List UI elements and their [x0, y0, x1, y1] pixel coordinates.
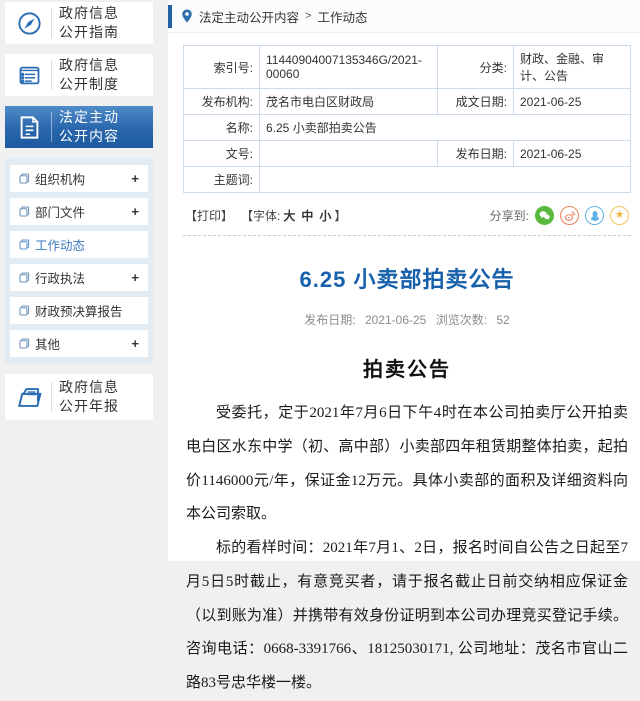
- document-panel: 索引号: 11440904007135346G/2021-00060 分类: 财…: [168, 33, 640, 701]
- sidebar: 政府信息 公开指南 政府信息 公开制度 法定主动 公开内容 组织机构 + 部门文…: [0, 0, 168, 561]
- breadcrumb-section[interactable]: 法定主动公开内容: [199, 7, 299, 26]
- submenu-item-label: 财政预决算报告: [35, 305, 123, 319]
- share-qq-icon[interactable]: [585, 206, 604, 225]
- expand-plus-icon[interactable]: +: [131, 270, 139, 285]
- main-content: 法定主动公开内容 > 工作动态 索引号: 11440904007135346G/…: [168, 0, 640, 691]
- doc-icon: [19, 173, 30, 184]
- expand-plus-icon[interactable]: +: [131, 171, 139, 186]
- article-body: 拍卖公告 受委托，定于2021年7月6日下午4时在本公司拍卖厅公开拍卖电白区水东…: [183, 348, 631, 701]
- doc-icon: [19, 206, 30, 217]
- index-number-label: 索引号:: [183, 45, 260, 89]
- expand-plus-icon[interactable]: +: [131, 204, 139, 219]
- divider: [51, 60, 52, 90]
- share-weibo-icon[interactable]: [560, 206, 579, 225]
- submenu-item-label: 行政执法: [35, 272, 86, 286]
- sidebar-item-label: 政府信息 公开年报: [59, 379, 119, 414]
- page: 政府信息 公开指南 政府信息 公开制度 法定主动 公开内容 组织机构 + 部门文…: [0, 0, 640, 691]
- doc-icon: [19, 239, 30, 250]
- dashed-separator: [183, 235, 631, 236]
- font-size-large-button[interactable]: 大: [283, 207, 295, 224]
- publish-date-label: 发布日期:: [304, 313, 356, 327]
- view-count-value: 52: [496, 313, 510, 327]
- font-size-prefix: 【字体:: [241, 209, 281, 223]
- breadcrumb: 法定主动公开内容 > 工作动态: [168, 0, 640, 33]
- publish-date-value: 2021-06-25: [364, 313, 427, 327]
- expand-plus-icon[interactable]: +: [131, 336, 139, 351]
- submenu-item-department-files[interactable]: 部门文件 +: [10, 198, 148, 225]
- print-button[interactable]: 【打印】: [185, 207, 233, 224]
- table-row: 名称: 6.25 小卖部拍卖公告: [183, 114, 631, 141]
- submenu-item-other[interactable]: 其他 +: [10, 330, 148, 357]
- table-row: 文号: 发布日期: 2021-06-25: [183, 140, 631, 167]
- breadcrumb-accent-bar: [168, 4, 172, 28]
- publish-date-label: 发布日期:: [437, 140, 514, 167]
- document-icon: [11, 114, 47, 141]
- index-number-value: 11440904007135346G/2021-00060: [259, 45, 438, 89]
- written-date-label: 成文日期:: [437, 88, 514, 115]
- submenu-item-label: 部门文件: [35, 206, 86, 220]
- sidebar-item-label: 政府信息 公开制度: [59, 57, 119, 92]
- article-paragraph: 受委托，定于2021年7月6日下午4时在本公司拍卖厅公开拍卖电白区水东中学（初、…: [186, 405, 628, 523]
- auction-notice-heading: 拍卖公告: [363, 359, 451, 381]
- article-paragraph: 标的看样时间：2021年7月1、2日，报名时间自公告之日起至7月5日5时截止，有…: [186, 540, 628, 691]
- font-size-small-button[interactable]: 小: [319, 207, 331, 224]
- divider: [51, 112, 52, 142]
- share-favorite-star-icon[interactable]: ★: [610, 206, 629, 225]
- submenu-item-organization[interactable]: 组织机构 +: [10, 165, 148, 192]
- article-toolbar: 【打印】 【字体: 大 中 小 】 分享到: ★: [185, 206, 629, 225]
- breadcrumb-separator: >: [305, 10, 312, 22]
- table-row: 索引号: 11440904007135346G/2021-00060 分类: 财…: [183, 45, 631, 89]
- submenu-item-label: 工作动态: [35, 239, 86, 253]
- keywords-label: 主题词:: [183, 166, 260, 193]
- submenu-item-label: 其他: [35, 338, 61, 352]
- category-label: 分类:: [437, 45, 514, 89]
- issuing-agency-value: 茂名市电白区财政局: [259, 88, 438, 115]
- keywords-value: [259, 166, 631, 193]
- sidebar-item-system[interactable]: 政府信息 公开制度: [5, 54, 153, 96]
- location-pin-icon: [181, 9, 193, 23]
- sidebar-item-label: 政府信息 公开指南: [59, 5, 119, 40]
- book-icon: [11, 62, 47, 89]
- category-value: 财政、金融、审计、公告: [513, 45, 631, 89]
- article-meta: 发布日期: 2021-06-25 浏览次数: 52: [183, 311, 631, 328]
- doc-number-label: 文号:: [183, 140, 260, 167]
- divider: [51, 382, 52, 412]
- submenu-item-work-updates[interactable]: 工作动态: [10, 231, 148, 258]
- share-wechat-icon[interactable]: [535, 206, 554, 225]
- share-label: 分享到:: [489, 209, 529, 223]
- table-row: 主题词:: [183, 166, 631, 193]
- issuing-agency-label: 发布机构:: [183, 88, 260, 115]
- table-row: 发布机构: 茂名市电白区财政局 成文日期: 2021-06-25: [183, 88, 631, 115]
- article-title: 6.25 小卖部拍卖公告: [299, 267, 515, 292]
- publish-date-value: 2021-06-25: [513, 140, 631, 167]
- sidebar-item-legal-content[interactable]: 法定主动 公开内容: [5, 106, 153, 148]
- submenu-item-label: 组织机构: [35, 173, 86, 187]
- written-date-value: 2021-06-25: [513, 88, 631, 115]
- doc-icon: [19, 305, 30, 316]
- sidebar-submenu: 组织机构 + 部门文件 + 工作动态 行政执法 + 财政预决算报告 其他 +: [5, 158, 153, 364]
- font-size-controls: 【字体: 大 中 小 】: [241, 207, 346, 224]
- doc-icon: [19, 338, 30, 349]
- sidebar-item-guide[interactable]: 政府信息 公开指南: [5, 2, 153, 44]
- doc-number-value: [259, 140, 438, 167]
- breadcrumb-current[interactable]: 工作动态: [317, 7, 367, 26]
- font-size-suffix: 】: [334, 209, 347, 223]
- compass-icon: [11, 10, 47, 37]
- title-value: 6.25 小卖部拍卖公告: [259, 114, 631, 141]
- title-label: 名称:: [183, 114, 260, 141]
- sidebar-item-annual-report[interactable]: 政府信息 公开年报: [5, 374, 153, 420]
- submenu-item-law-enforcement[interactable]: 行政执法 +: [10, 264, 148, 291]
- submenu-item-budget-reports[interactable]: 财政预决算报告: [10, 297, 148, 324]
- folder-icon: [11, 383, 47, 412]
- doc-icon: [19, 272, 30, 283]
- sidebar-item-label: 法定主动 公开内容: [59, 109, 119, 144]
- font-size-medium-button[interactable]: 中: [301, 207, 313, 224]
- divider: [51, 8, 52, 38]
- document-meta-table: 索引号: 11440904007135346G/2021-00060 分类: 财…: [183, 45, 631, 193]
- view-count-label: 浏览次数:: [435, 313, 488, 327]
